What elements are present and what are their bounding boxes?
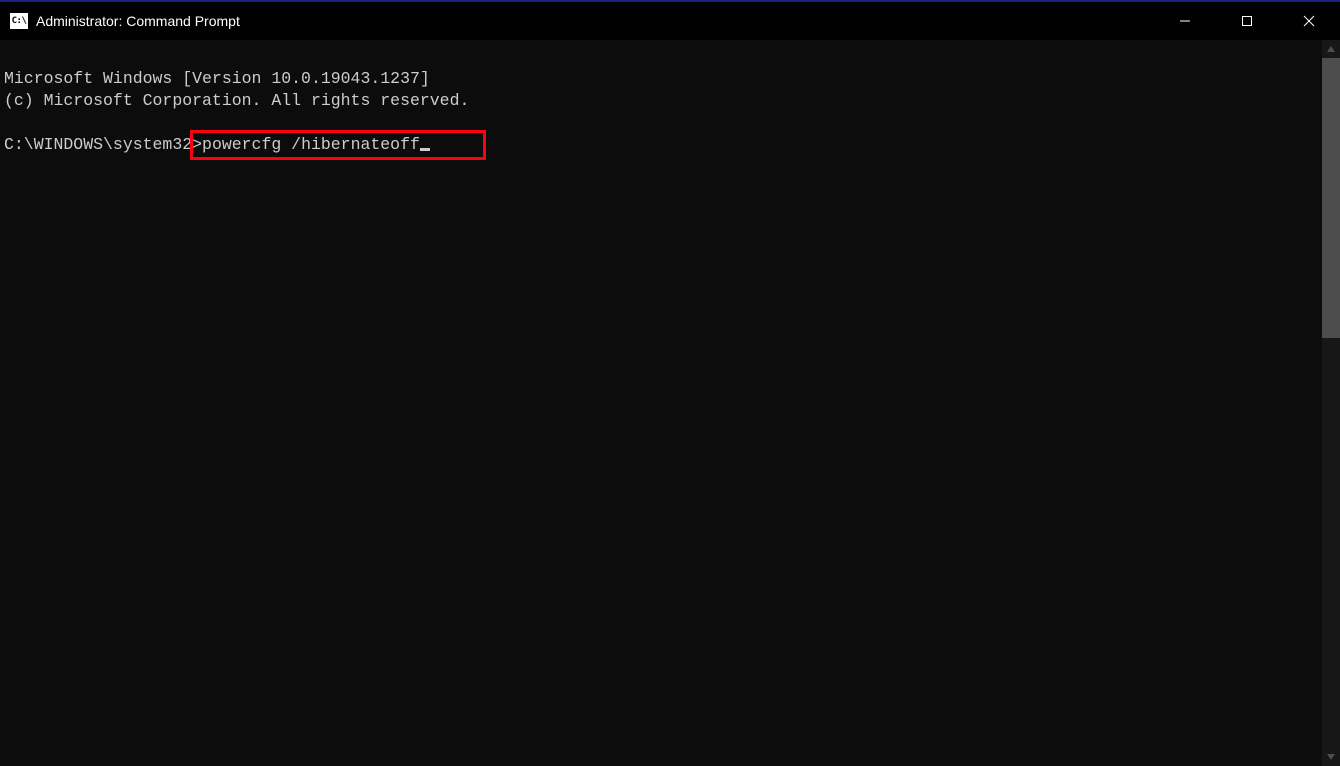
titlebar[interactable]: C:\ Administrator: Command Prompt	[0, 2, 1340, 40]
copyright-line: (c) Microsoft Corporation. All rights re…	[4, 90, 1318, 112]
vertical-scrollbar[interactable]	[1322, 40, 1340, 766]
titlebar-left: C:\ Administrator: Command Prompt	[0, 13, 1154, 29]
typed-command: powercfg /hibernateoff	[202, 135, 420, 154]
prompt-line: C:\WINDOWS\system32>powercfg /hibernateo…	[4, 134, 430, 156]
cmd-app-icon: C:\	[10, 13, 28, 29]
scroll-down-button[interactable]	[1322, 748, 1340, 766]
scroll-up-button[interactable]	[1322, 40, 1340, 58]
text-cursor	[420, 148, 430, 151]
version-line: Microsoft Windows [Version 10.0.19043.12…	[4, 68, 1318, 90]
chevron-up-icon	[1326, 44, 1336, 54]
console-body: Microsoft Windows [Version 10.0.19043.12…	[0, 40, 1340, 766]
console-output[interactable]: Microsoft Windows [Version 10.0.19043.12…	[0, 40, 1322, 766]
command-prompt-window: C:\ Administrator: Command Prompt Micros…	[0, 0, 1340, 766]
scrollbar-thumb[interactable]	[1322, 58, 1340, 338]
window-controls	[1154, 2, 1340, 40]
minimize-icon	[1179, 15, 1191, 27]
maximize-icon	[1241, 15, 1253, 27]
scrollbar-track[interactable]	[1322, 58, 1340, 748]
chevron-down-icon	[1326, 752, 1336, 762]
maximize-button[interactable]	[1216, 2, 1278, 40]
minimize-button[interactable]	[1154, 2, 1216, 40]
prompt-path: C:\WINDOWS\system32>	[4, 135, 202, 154]
window-title: Administrator: Command Prompt	[36, 13, 240, 29]
close-icon	[1303, 15, 1315, 27]
close-button[interactable]	[1278, 2, 1340, 40]
